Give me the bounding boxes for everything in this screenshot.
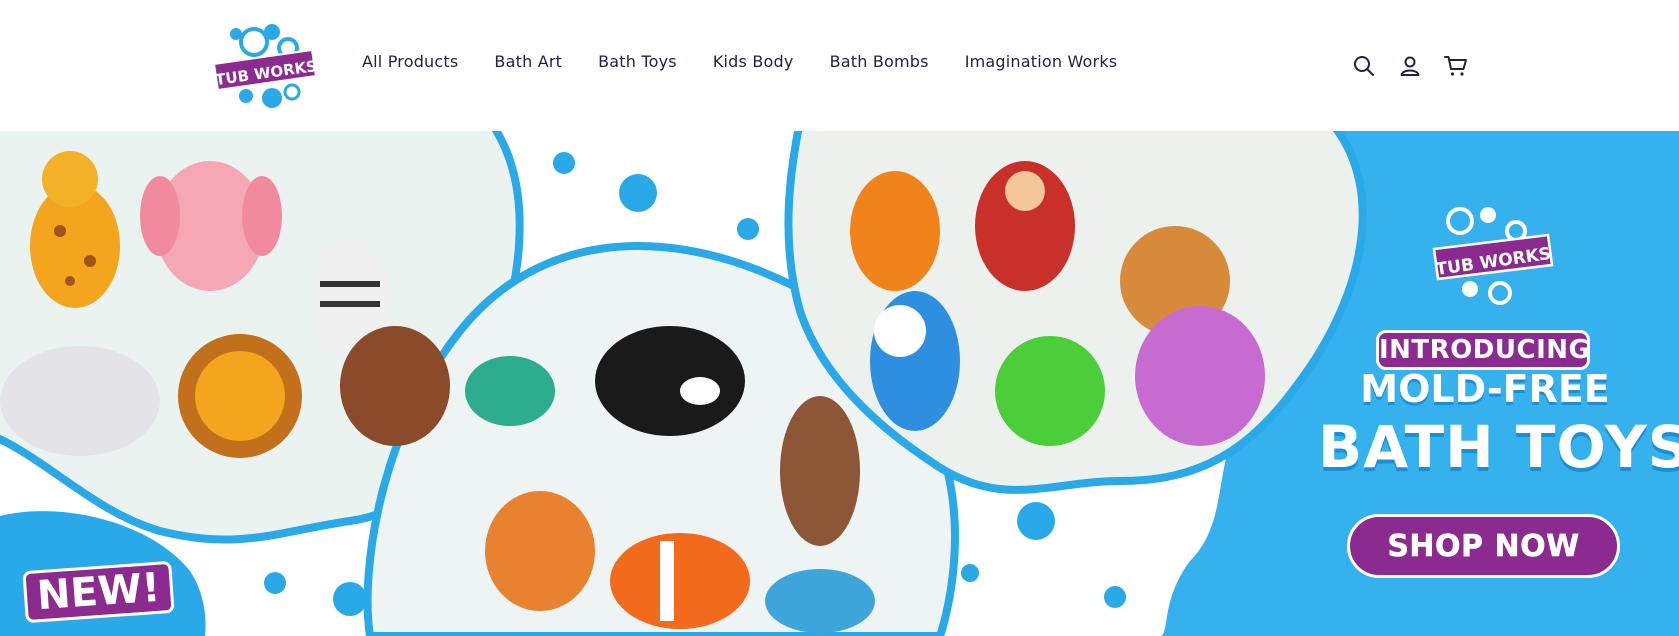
toy-lion (178, 334, 302, 458)
nav-imagination-works[interactable]: Imagination Works (965, 52, 1118, 71)
toy-tiger (850, 171, 940, 291)
main-nav: All Products Bath Art Bath Toys Kids Bod… (362, 52, 1117, 71)
nav-bath-toys[interactable]: Bath Toys (598, 52, 677, 71)
banner-headline-bath-toys: BATH TOYS (1318, 413, 1679, 481)
banner-headline-introducing: INTRODUCING (1376, 330, 1590, 370)
new-badge: NEW! (22, 560, 175, 624)
toy-rhino (0, 346, 160, 456)
toy-monkey (975, 161, 1075, 291)
banner-headline-mold-free: MOLD-FREE (1360, 367, 1610, 411)
site-header: TUB WORKS All Products Bath Art Bath Toy… (0, 0, 1679, 131)
shop-now-button[interactable]: SHOP NOW (1347, 514, 1620, 578)
account-icon[interactable] (1398, 54, 1422, 78)
brand-logo[interactable]: TUB WORKS (212, 20, 318, 110)
nav-bath-bombs[interactable]: Bath Bombs (830, 52, 929, 71)
toy-crocodile (995, 336, 1105, 446)
toy-dolphin (465, 356, 555, 426)
search-icon[interactable] (1352, 54, 1376, 78)
cart-icon[interactable] (1444, 54, 1468, 78)
nav-all-products[interactable]: All Products (362, 52, 458, 71)
toy-clownfish (610, 533, 750, 629)
toy-hippo (1135, 306, 1265, 446)
toy-cheetah (340, 326, 450, 446)
toy-sea-lion (780, 396, 860, 546)
header-icons (1352, 54, 1468, 78)
toy-turtle (765, 569, 875, 633)
toy-parrot (870, 291, 960, 431)
toy-otter (485, 491, 595, 611)
nav-kids-body[interactable]: Kids Body (713, 52, 794, 71)
toy-orca (595, 326, 745, 436)
logo-graphic: TUB WORKS (212, 24, 318, 108)
nav-bath-art[interactable]: Bath Art (494, 52, 562, 71)
